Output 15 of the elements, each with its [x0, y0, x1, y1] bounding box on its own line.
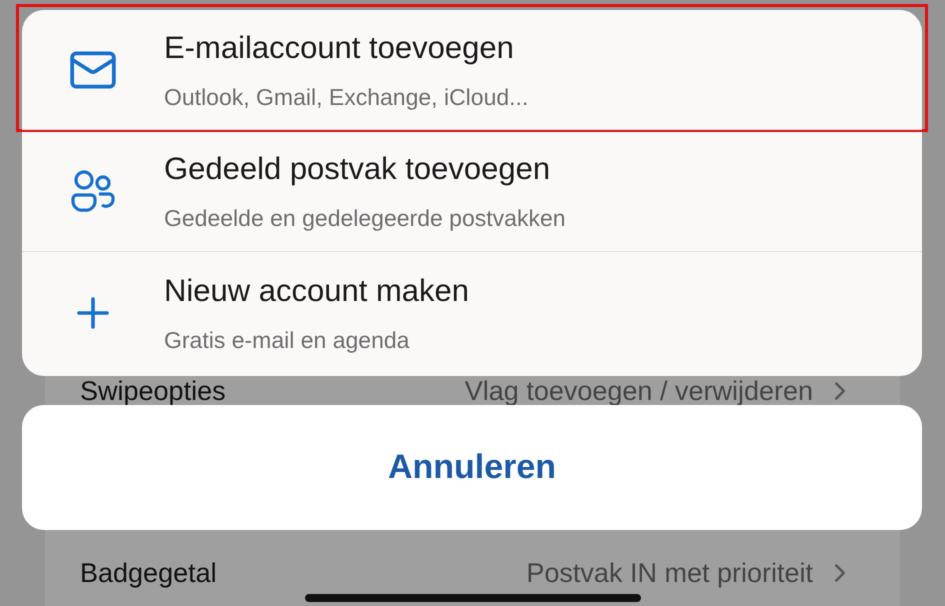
- item-title: Gedeeld postvak toevoegen: [164, 150, 552, 188]
- menu-item[interactable]: Gedeeld postvak toevoegen Gedeelde en gedelegeerde postvakken: [22, 129, 922, 251]
- item-subtitle: Gedeelde en gedelegeerde postvakken: [164, 204, 566, 233]
- setting-label: Swipeopties: [80, 378, 226, 404]
- setting-value: Vlag toevoegen / verwijderen: [464, 378, 813, 404]
- people-icon: [70, 168, 116, 212]
- cancel-button[interactable]: Annuleren: [22, 405, 922, 530]
- item-subtitle: Gratis e-mail en agenda: [164, 326, 410, 355]
- item-title: E-mailaccount toevoegen: [164, 29, 515, 67]
- setting-value: Postvak IN met prioriteit: [526, 560, 813, 586]
- item-title: Nieuw account maken: [164, 272, 469, 310]
- menu-item[interactable]: E-mailaccount toevoegen Outlook, Gmail, Exchange, iCloud...: [19, 7, 925, 129]
- setting-label: Badgegetal: [80, 560, 217, 586]
- menu-item[interactable]: Nieuw account maken Gratis e-mail en agenda: [22, 251, 922, 373]
- item-subtitle: Outlook, Gmail, Exchange, iCloud...: [164, 82, 528, 112]
